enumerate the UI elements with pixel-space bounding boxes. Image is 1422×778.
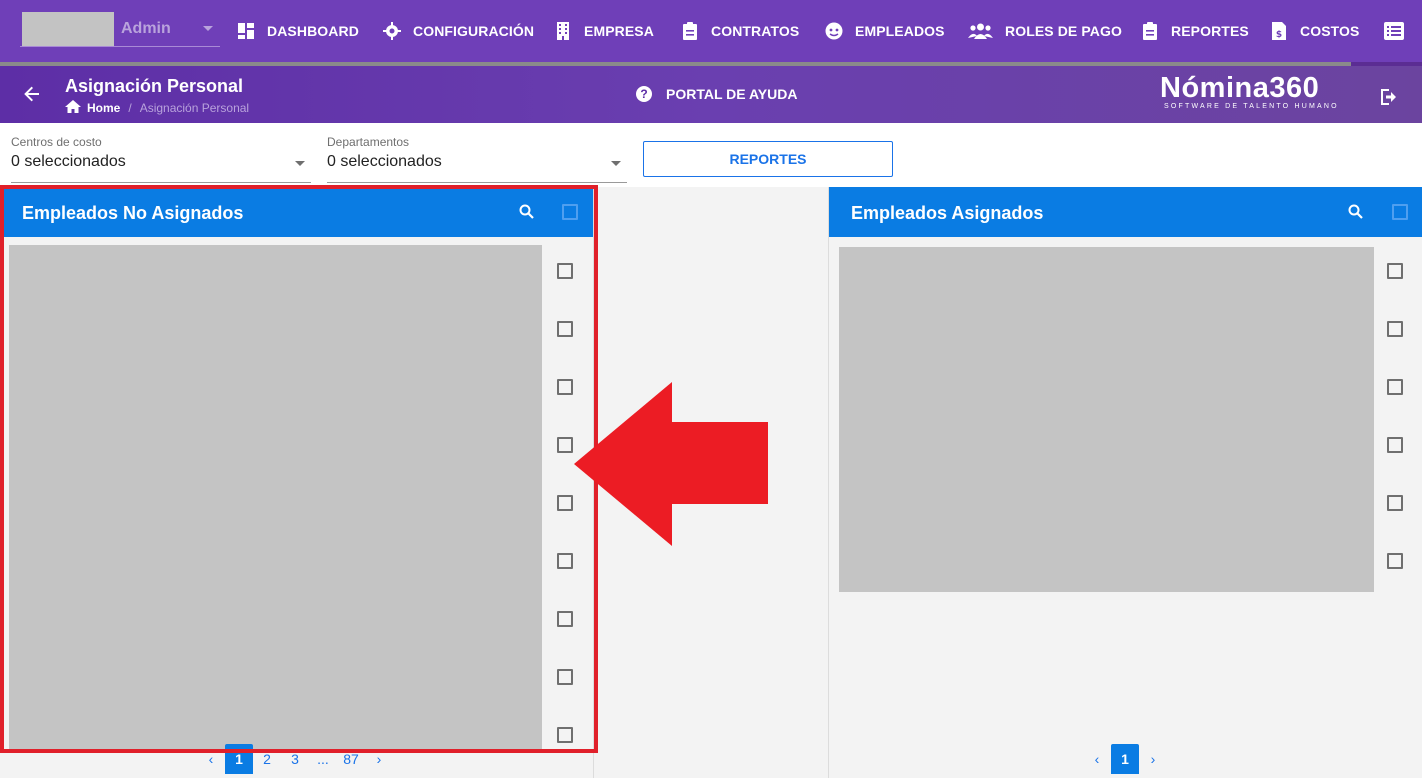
building-icon: [554, 22, 572, 40]
nav-label: EMPRESA: [584, 23, 654, 39]
page-title: Asignación Personal: [65, 76, 244, 96]
row-checkbox[interactable]: [1387, 379, 1403, 395]
svg-text:$: $: [1276, 30, 1282, 40]
select-all-checkbox[interactable]: [1392, 204, 1408, 220]
nav-label: DASHBOARD: [267, 23, 359, 39]
cost-centers-select[interactable]: Centros de costo 0 seleccionados: [11, 135, 311, 183]
nav-label: CONTRATOS: [711, 23, 800, 39]
clipboard-icon: [1141, 22, 1159, 40]
gear-icon: [383, 22, 401, 40]
chevron-down-icon: [295, 161, 305, 166]
user-name: Admin: [121, 20, 171, 37]
departments-value: 0 seleccionados: [327, 153, 442, 170]
help-label: PORTAL DE AYUDA: [666, 86, 798, 102]
nav-item-contratos[interactable]: CONTRATOS: [681, 0, 799, 62]
cost-centers-value: 0 seleccionados: [11, 153, 126, 170]
breadcrumb: Home / Asignación Personal: [65, 100, 249, 116]
nav-label: ROLES DE PAGO: [1005, 23, 1122, 39]
list-icon: [1384, 22, 1404, 40]
nav-item-reportes[interactable]: REPORTES: [1141, 0, 1249, 62]
user-avatar-placeholder: [22, 12, 114, 46]
brand-name: Nómina360: [1160, 72, 1320, 104]
brand-tagline: SOFTWARE DE TALENTO HUMANO: [1164, 103, 1339, 110]
pagination: ‹ 1 ›: [1083, 744, 1167, 774]
breadcrumb-current: Asignación Personal: [139, 101, 250, 115]
panel-title: Empleados Asignados: [851, 203, 1044, 223]
breadcrumb-separator: /: [128, 101, 132, 115]
nav-item-more[interactable]: [1384, 0, 1414, 62]
nav-item-configuracion[interactable]: CONFIGURACIÓN: [383, 0, 534, 62]
help-portal-link[interactable]: ? PORTAL DE AYUDA: [636, 86, 797, 102]
nav-item-empleados[interactable]: EMPLEADOS: [825, 0, 945, 62]
panel-header: Empleados Asignados: [829, 187, 1422, 237]
row-checkbox[interactable]: [1387, 437, 1403, 453]
cost-centers-label: Centros de costo: [11, 135, 102, 149]
employee-list-placeholder: [839, 247, 1374, 592]
clipboard-icon: [681, 22, 699, 40]
reports-button[interactable]: REPORTES: [643, 141, 893, 177]
departments-select[interactable]: Departamentos 0 seleccionados: [327, 135, 627, 183]
pointer-arrow-icon: [574, 382, 770, 551]
user-selector[interactable]: Admin: [20, 10, 220, 47]
row-checkbox[interactable]: [1387, 495, 1403, 511]
nav-label: CONFIGURACIÓN: [413, 23, 535, 39]
nav-item-empresa[interactable]: EMPRESA: [554, 0, 654, 62]
row-checkbox[interactable]: [1387, 263, 1403, 279]
back-arrow-icon[interactable]: [22, 84, 44, 106]
logout-icon[interactable]: [1378, 86, 1400, 108]
top-navigation-bar: Admin DASHBOARD CONFIGURACIÓN EMPRESA CO…: [0, 0, 1422, 66]
highlight-box: [0, 185, 598, 753]
face-icon: [825, 22, 843, 40]
nav-item-costos[interactable]: $ COSTOS: [1270, 0, 1359, 62]
invoice-icon: $: [1270, 22, 1288, 40]
assigned-employees-panel: Empleados Asignados ‹ 1 ›: [829, 187, 1422, 778]
nav-item-dashboard[interactable]: DASHBOARD: [237, 0, 359, 62]
dashboard-icon: [237, 22, 255, 40]
nav-label: COSTOS: [1300, 23, 1360, 39]
chevron-down-icon: [203, 26, 213, 31]
brand-logo: Nómina360 SOFTWARE DE TALENTO HUMANO: [1160, 72, 1339, 110]
home-icon[interactable]: [65, 100, 81, 116]
prev-page-icon[interactable]: ‹: [1083, 744, 1111, 774]
search-icon[interactable]: [1347, 203, 1365, 221]
people-icon: [968, 22, 993, 40]
page-1[interactable]: 1: [1111, 744, 1139, 774]
page-header: Asignación Personal Home / Asignación Pe…: [0, 66, 1422, 123]
filters-bar: Centros de costo 0 seleccionados Departa…: [0, 123, 1422, 187]
nav-label: REPORTES: [1171, 23, 1249, 39]
row-checkbox[interactable]: [1387, 553, 1403, 569]
chevron-down-icon: [611, 161, 621, 166]
nav-label: EMPLEADOS: [855, 23, 945, 39]
row-checkbox[interactable]: [1387, 321, 1403, 337]
help-icon: ?: [636, 86, 652, 102]
next-page-icon[interactable]: ›: [1139, 744, 1167, 774]
nav-item-roles-de-pago[interactable]: ROLES DE PAGO: [968, 0, 1122, 62]
breadcrumb-home[interactable]: Home: [87, 101, 120, 115]
departments-label: Departamentos: [327, 135, 410, 149]
